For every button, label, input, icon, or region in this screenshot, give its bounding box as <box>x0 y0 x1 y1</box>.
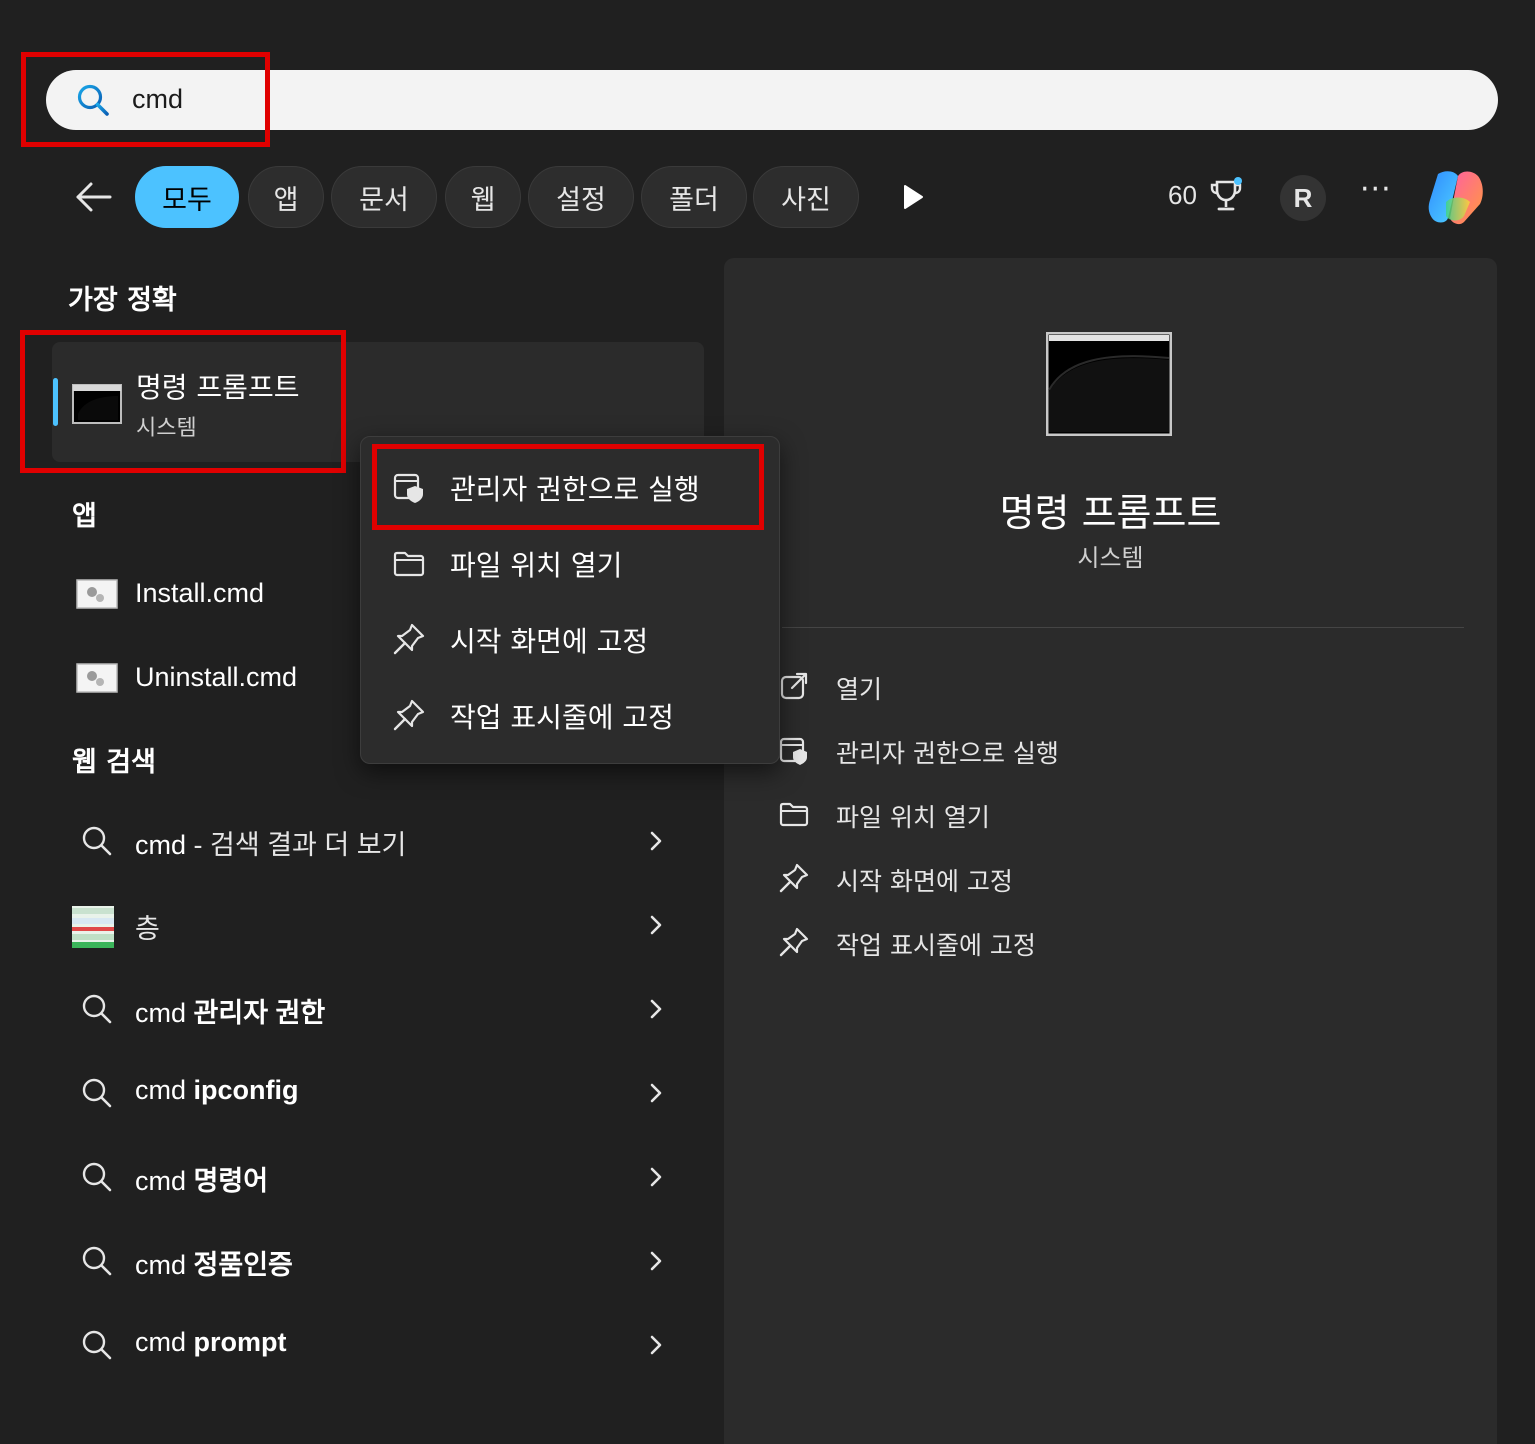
preview-action-open[interactable]: 열기 <box>776 662 1276 712</box>
search-icon <box>82 1078 112 1108</box>
preview-action-open-location[interactable]: 파일 위치 열기 <box>776 790 1276 840</box>
pin-icon <box>779 927 809 957</box>
context-menu-pin-start[interactable]: 시작 화면에 고정 <box>380 606 760 670</box>
user-avatar[interactable]: R <box>1280 175 1326 221</box>
chevron-right-icon <box>650 999 662 1019</box>
web-search-item[interactable]: 층 <box>60 890 696 960</box>
preview-action-pin-start[interactable]: 시작 화면에 고정 <box>776 854 1276 904</box>
preview-action-label: 작업 표시줄에 고정 <box>836 931 1036 960</box>
chevron-right-icon <box>650 1335 662 1355</box>
script-file-icon <box>76 579 118 609</box>
tab-documents[interactable]: 문서 <box>331 166 437 228</box>
app-item-uninstall[interactable]: Uninstall.cmd <box>60 650 340 706</box>
search-icon <box>82 994 112 1024</box>
context-menu-label: 작업 표시줄에 고정 <box>450 701 674 734</box>
preview-action-label: 파일 위치 열기 <box>836 803 990 832</box>
folder-icon <box>393 551 425 577</box>
web-search-label: cmd prompt <box>135 1327 287 1357</box>
tab-web[interactable]: 웹 <box>445 166 521 228</box>
app-item-install[interactable]: Install.cmd <box>60 566 340 622</box>
preview-action-label: 열기 <box>836 675 883 704</box>
script-file-icon <box>76 663 118 693</box>
tab-apps[interactable]: 앱 <box>248 166 324 228</box>
rewards-points: 60 <box>1168 180 1197 210</box>
trophy-icon[interactable] <box>1208 176 1244 216</box>
web-search-label: cmd 정품인증 <box>135 1250 293 1280</box>
layer-thumbnail-icon <box>72 906 114 948</box>
run-as-admin-highlight-box <box>372 444 764 530</box>
web-search-label: cmd 관리자 권한 <box>135 998 326 1028</box>
preview-subtitle: 시스템 <box>1077 544 1144 572</box>
apps-header: 앱 <box>72 501 97 532</box>
play-icon[interactable] <box>900 182 926 212</box>
search-icon <box>82 1330 112 1360</box>
web-search-item[interactable]: cmd - 검색 결과 더 보기 <box>60 806 696 876</box>
copilot-icon[interactable] <box>1424 166 1488 228</box>
chevron-right-icon <box>650 1167 662 1187</box>
command-prompt-icon <box>1046 332 1172 436</box>
tab-settings[interactable]: 설정 <box>528 166 634 228</box>
web-search-label: cmd - 검색 결과 더 보기 <box>135 830 407 860</box>
pin-icon <box>393 699 425 731</box>
best-match-header: 가장 정확 <box>68 285 177 316</box>
web-search-label: cmd 명령어 <box>135 1166 269 1196</box>
context-menu-pin-taskbar[interactable]: 작업 표시줄에 고정 <box>380 682 760 746</box>
preview-action-label: 관리자 권한으로 실행 <box>836 739 1059 768</box>
pin-icon <box>393 623 425 655</box>
preview-action-pin-taskbar[interactable]: 작업 표시줄에 고정 <box>776 918 1276 968</box>
web-search-item[interactable]: cmd ipconfig <box>60 1058 696 1128</box>
back-arrow-icon[interactable] <box>72 176 114 218</box>
best-match-highlight-box <box>20 330 346 473</box>
tab-photos[interactable]: 사진 <box>753 166 859 228</box>
folder-icon <box>779 802 809 827</box>
search-icon <box>82 826 112 856</box>
search-icon <box>82 1246 112 1276</box>
web-search-item[interactable]: cmd prompt <box>60 1310 696 1380</box>
chevron-right-icon <box>650 915 662 935</box>
web-search-label: 층 <box>135 914 160 944</box>
web-search-item[interactable]: cmd 관리자 권한 <box>60 974 696 1044</box>
context-menu-open-location[interactable]: 파일 위치 열기 <box>380 530 760 594</box>
chevron-right-icon <box>650 1251 662 1271</box>
preview-action-label: 시작 화면에 고정 <box>836 867 1013 896</box>
tab-all[interactable]: 모두 <box>135 166 239 228</box>
open-external-icon <box>780 672 808 700</box>
app-item-label: Uninstall.cmd <box>135 662 298 692</box>
more-options-icon[interactable]: ··· <box>1360 172 1392 207</box>
preview-action-run-as-admin[interactable]: 관리자 권한으로 실행 <box>776 726 1276 776</box>
pin-icon <box>779 863 809 893</box>
web-search-item[interactable]: cmd 명령어 <box>60 1142 696 1212</box>
web-search-item[interactable]: cmd 정품인증 <box>60 1226 696 1296</box>
search-icon <box>82 1162 112 1192</box>
web-search-header: 웹 검색 <box>72 747 156 778</box>
tab-folders[interactable]: 폴더 <box>641 166 747 228</box>
web-search-label: cmd ipconfig <box>135 1075 299 1105</box>
context-menu-label: 파일 위치 열기 <box>450 549 623 582</box>
shield-admin-icon <box>779 737 807 765</box>
chevron-right-icon <box>650 831 662 851</box>
chevron-right-icon <box>650 1083 662 1103</box>
search-highlight-box <box>21 52 270 147</box>
preview-title: 명령 프롬프트 <box>999 491 1222 535</box>
app-item-label: Install.cmd <box>135 578 265 608</box>
context-menu-label: 시작 화면에 고정 <box>450 625 649 658</box>
preview-divider <box>782 627 1464 628</box>
